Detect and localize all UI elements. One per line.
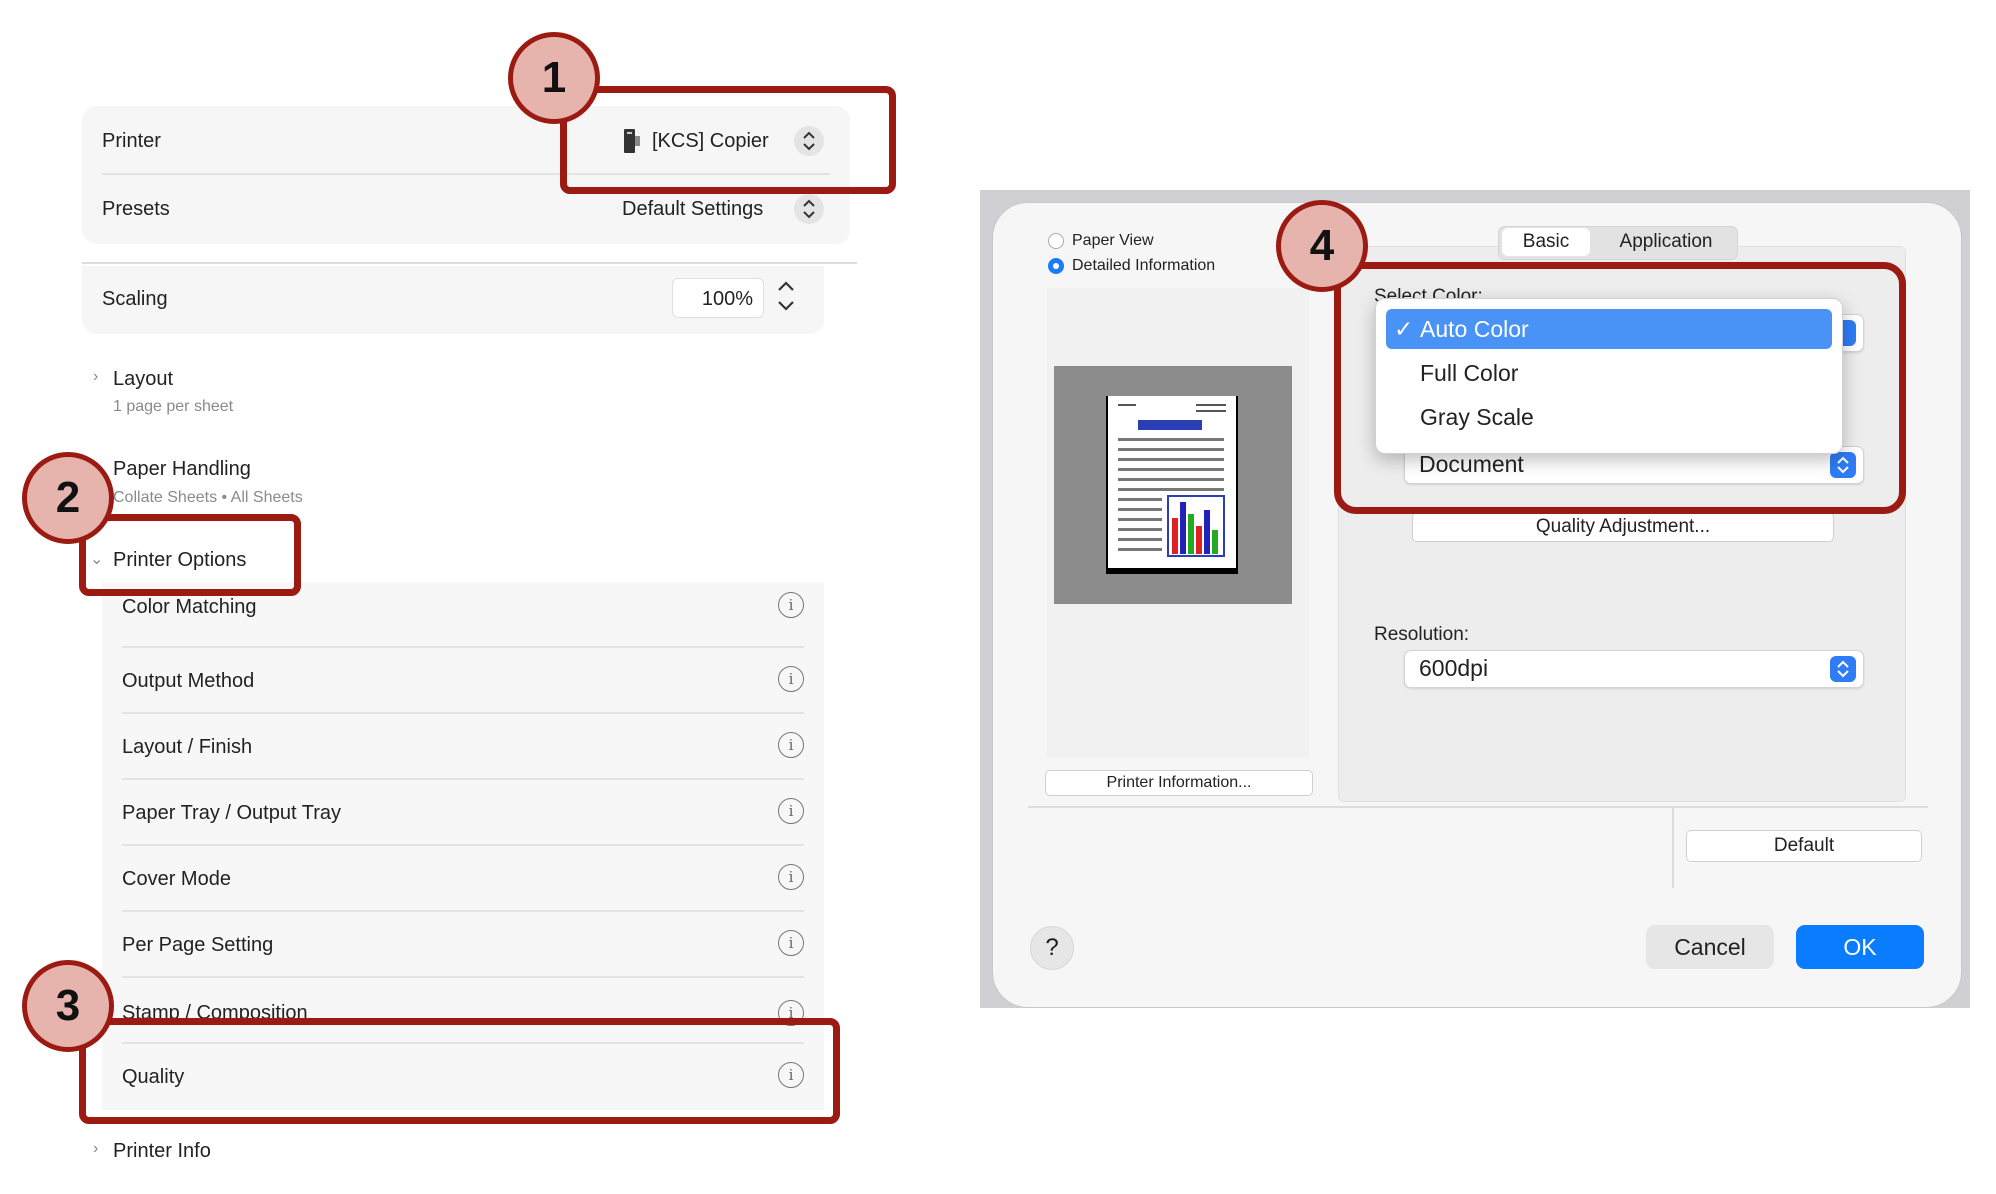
- document-preview-icon: [1106, 396, 1238, 574]
- highlight-quality-row: [79, 1018, 840, 1124]
- highlight-color-dropdown: [1334, 262, 1906, 514]
- highlight-printer-popup: [560, 86, 896, 194]
- dialog-vertical-divider: [1672, 808, 1674, 888]
- quality-adjustment-button[interactable]: Quality Adjustment...: [1412, 512, 1834, 542]
- section-divider: [82, 262, 857, 264]
- tab-basic[interactable]: Basic: [1502, 228, 1590, 256]
- resolution-label: Resolution:: [1374, 624, 1470, 645]
- info-icon[interactable]: i: [778, 864, 804, 890]
- default-button-label: Default: [1773, 835, 1835, 856]
- scaling-field[interactable]: 100%: [672, 278, 764, 318]
- cancel-button-label: Cancel: [1674, 934, 1746, 960]
- step-badge-3: 3: [22, 960, 114, 1052]
- radio-selected-icon: [1048, 258, 1064, 274]
- default-button[interactable]: Default: [1686, 830, 1922, 862]
- ok-button-label: OK: [1843, 934, 1877, 960]
- printer-information-button[interactable]: Printer Information...: [1045, 770, 1313, 796]
- option-label: Cover Mode: [122, 868, 231, 890]
- detailed-information-radio[interactable]: Detailed Information: [1048, 257, 1268, 279]
- presets-chevron-updown-icon: [794, 194, 824, 224]
- printer-information-button-label: Printer Information...: [1106, 774, 1252, 791]
- paper-view-radio[interactable]: Paper View: [1048, 232, 1268, 254]
- help-button[interactable]: ?: [1030, 926, 1074, 970]
- printer-info-title[interactable]: Printer Info: [113, 1140, 211, 1163]
- radio-icon: [1048, 233, 1064, 249]
- option-label: Layout / Finish: [122, 736, 253, 758]
- tab-basic-label: Basic: [1522, 231, 1570, 252]
- dialog-divider: [1028, 806, 1928, 808]
- option-label: Per Page Setting: [122, 934, 274, 956]
- tab-application-label: Application: [1619, 231, 1713, 252]
- presets-popup[interactable]: Default Settings: [612, 188, 842, 228]
- cancel-button[interactable]: Cancel: [1646, 925, 1774, 969]
- help-icon: ?: [1045, 934, 1059, 961]
- ok-button[interactable]: OK: [1796, 925, 1924, 969]
- info-icon[interactable]: i: [778, 930, 804, 956]
- info-icon[interactable]: i: [778, 798, 804, 824]
- paper-handling-title[interactable]: Paper Handling: [113, 458, 251, 481]
- presets-value: Default Settings: [622, 198, 764, 220]
- scaling-value: 100%: [701, 288, 753, 310]
- option-row-paper-tray[interactable]: Paper Tray / Output Tray i: [102, 780, 824, 846]
- layout-subtitle: 1 page per sheet: [113, 398, 234, 415]
- tab-application[interactable]: Application: [1596, 226, 1736, 258]
- option-label: Output Method: [122, 670, 255, 692]
- paper-handling-subtitle: Collate Sheets • All Sheets: [113, 489, 303, 506]
- option-row-layout-finish[interactable]: Layout / Finish i: [102, 714, 824, 780]
- step-badge-1: 1: [508, 32, 600, 124]
- highlight-printer-options: [79, 514, 301, 596]
- detailed-information-label: Detailed Information: [1072, 257, 1216, 274]
- layout-chevron-right-icon[interactable]: ›: [93, 368, 98, 386]
- layout-title[interactable]: Layout: [113, 368, 173, 391]
- step-badge-4: 4: [1276, 200, 1368, 292]
- scaling-label: Scaling: [102, 288, 168, 310]
- resolution-select[interactable]: 600dpi: [1404, 650, 1864, 688]
- paper-view-label: Paper View: [1072, 232, 1154, 249]
- option-row-cover-mode[interactable]: Cover Mode i: [102, 846, 824, 912]
- step-badge-2: 2: [22, 452, 114, 544]
- resolution-select-arrow-icon: [1830, 656, 1856, 682]
- option-row-output-method[interactable]: Output Method i: [102, 648, 824, 714]
- option-label: Paper Tray / Output Tray: [122, 802, 341, 824]
- resolution-select-value: 600dpi: [1419, 655, 1489, 681]
- option-row-per-page-setting[interactable]: Per Page Setting i: [102, 912, 824, 978]
- quality-adjustment-button-label: Quality Adjustment...: [1535, 516, 1711, 537]
- printer-label: Printer: [102, 130, 161, 152]
- info-icon[interactable]: i: [778, 592, 804, 618]
- option-label: Color Matching: [122, 596, 257, 618]
- scaling-stepper[interactable]: [774, 276, 798, 316]
- presets-label: Presets: [102, 198, 170, 220]
- printer-info-chevron-right-icon[interactable]: ›: [93, 1140, 98, 1158]
- info-icon[interactable]: i: [778, 666, 804, 692]
- info-icon[interactable]: i: [778, 732, 804, 758]
- preview-image: [1054, 366, 1292, 604]
